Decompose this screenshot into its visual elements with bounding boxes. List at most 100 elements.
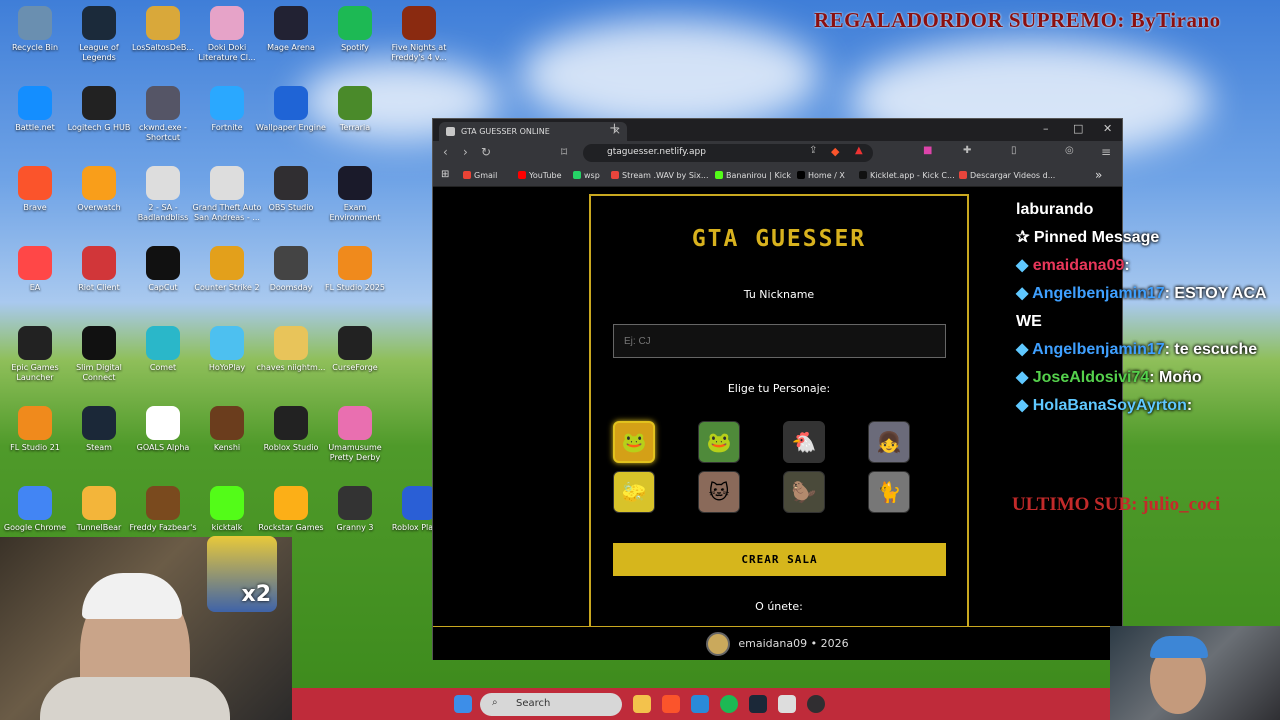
chat-text: : te escuche xyxy=(1164,341,1258,358)
desktop-shortcut[interactable]: Mage Arena xyxy=(256,6,326,53)
taskbar-search[interactable]: ⌕ Search xyxy=(480,693,622,716)
wallet-icon[interactable]: ◎ xyxy=(1065,145,1074,156)
spotify-taskbar-icon[interactable] xyxy=(720,695,738,713)
maximize-icon[interactable]: □ xyxy=(1073,122,1083,135)
desktop-shortcut[interactable]: Brave xyxy=(0,166,70,213)
anime-girl-icon[interactable]: 👧 xyxy=(868,421,910,463)
minimize-icon[interactable]: – xyxy=(1043,122,1049,135)
desktop-shortcut[interactable]: Kenshi xyxy=(192,406,262,453)
desktop-shortcut[interactable]: Rockstar Games xyxy=(256,486,326,533)
desktop-shortcut[interactable]: Terraria xyxy=(320,86,390,133)
desktop-shortcut[interactable]: Logitech G HUB xyxy=(64,86,134,133)
freddy-icon xyxy=(146,486,180,520)
desktop-shortcut[interactable]: FL Studio 21 xyxy=(0,406,70,453)
bookmark-favicon-icon xyxy=(797,171,805,179)
extension-icon[interactable]: ■ xyxy=(923,145,932,156)
desktop-shortcut[interactable]: Wallpaper Engine xyxy=(256,86,326,133)
desktop-shortcut[interactable]: FL Studio 2025 xyxy=(320,246,390,293)
brave-rewards-icon[interactable]: ▲ xyxy=(855,145,863,156)
desktop-shortcut[interactable]: Roblox Studio xyxy=(256,406,326,453)
chicken-icon[interactable]: 🐔 xyxy=(783,421,825,463)
desktop-shortcut[interactable]: Grand Theft Auto San Andreas - ... xyxy=(192,166,262,223)
brave-taskbar-icon[interactable] xyxy=(662,695,680,713)
desktop-shortcut[interactable]: HoYoPlay xyxy=(192,326,262,373)
notepad-icon[interactable] xyxy=(778,695,796,713)
start-icon[interactable] xyxy=(454,695,472,713)
vscode-icon[interactable] xyxy=(691,695,709,713)
nickname-input[interactable] xyxy=(613,324,946,358)
puzzle-icon[interactable]: ✚ xyxy=(963,145,971,156)
reload-icon[interactable]: ↻ xyxy=(481,145,491,159)
desktop-shortcut[interactable]: CapCut xyxy=(128,246,198,293)
apps-icon[interactable]: ⊞ xyxy=(441,169,449,180)
desktop-shortcut[interactable]: kicktalk xyxy=(192,486,262,533)
desktop-shortcut[interactable]: Spotify xyxy=(320,6,390,53)
create-room-button[interactable]: CREAR SALA xyxy=(613,543,946,576)
menu-icon[interactable]: ≡ xyxy=(1101,145,1111,159)
cat-fan-icon[interactable]: 🐈 xyxy=(868,471,910,513)
back-icon[interactable]: ‹ xyxy=(443,145,448,159)
new-tab-icon[interactable]: + xyxy=(609,121,620,136)
nickname-label: Tu Nickname xyxy=(743,288,815,301)
desktop-shortcut[interactable]: Riot Client xyxy=(64,246,134,293)
minion-badge: x2 xyxy=(207,536,277,612)
more-bookmarks-icon[interactable]: » xyxy=(1095,168,1102,182)
desktop-shortcut[interactable]: Epic Games Launcher xyxy=(0,326,70,383)
obs-taskbar-icon[interactable] xyxy=(807,695,825,713)
desktop-shortcut[interactable]: Slim Digital Connect xyxy=(64,326,134,383)
desktop-shortcut[interactable]: Battle.net xyxy=(0,86,70,133)
close-window-icon[interactable]: ✕ xyxy=(1103,122,1112,135)
desktop-shortcut[interactable]: Five Nights at Freddy's 4 v... xyxy=(384,6,454,63)
address-bar[interactable]: gtaguesser.netlify.app xyxy=(583,144,873,162)
golden-frog-icon[interactable]: 🐸 xyxy=(613,421,655,463)
desktop-shortcut-label: 2 - SA - Badlandbliss xyxy=(137,203,189,222)
desktop-shortcut[interactable]: Umamusume Pretty Derby xyxy=(320,406,390,463)
steam-taskbar-icon[interactable] xyxy=(749,695,767,713)
desktop-shortcut[interactable]: chaves niightm... xyxy=(256,326,326,373)
forward-icon[interactable]: › xyxy=(463,145,468,159)
desktop-shortcut[interactable]: Doomsday xyxy=(256,246,326,293)
bookmark-item[interactable]: wsp xyxy=(573,171,600,180)
bookmark-item[interactable]: Stream .WAV by Six... xyxy=(611,171,709,180)
tab-favicon-icon xyxy=(446,127,455,136)
desktop-shortcut[interactable]: Doki Doki Literature Cl... xyxy=(192,6,262,63)
desktop-shortcut[interactable]: Comet xyxy=(128,326,198,373)
desktop-shortcut[interactable]: Google Chrome xyxy=(0,486,70,533)
desktop-shortcut[interactable]: Exam Environment xyxy=(320,166,390,223)
bookmark-item[interactable]: Bananirou | Kick xyxy=(715,171,791,180)
desktop-shortcut[interactable]: GOALS Alpha xyxy=(128,406,198,453)
share-icon[interactable]: ⇪ xyxy=(809,145,817,156)
browser-tab[interactable]: GTA GUESSER ONLINE × xyxy=(439,122,627,141)
bookmark-item[interactable]: Descargar Videos d... xyxy=(959,171,1055,180)
desktop-shortcut[interactable]: 2 - SA - Badlandbliss xyxy=(128,166,198,223)
desktop-shortcut[interactable]: Granny 3 xyxy=(320,486,390,533)
desktop-shortcut[interactable]: Freddy Fazbear's xyxy=(128,486,198,533)
desktop-shortcut[interactable]: Steam xyxy=(64,406,134,453)
tab-title: GTA GUESSER ONLINE xyxy=(461,127,550,136)
desktop-shortcut-label: Doomsday xyxy=(269,283,313,292)
desktop-shortcut[interactable]: Recycle Bin xyxy=(0,6,70,53)
bookmark-item[interactable]: YouTube xyxy=(518,171,562,180)
wallpaper-icon xyxy=(274,86,308,120)
desktop-shortcut[interactable]: EA xyxy=(0,246,70,293)
bookmark-item[interactable]: Kicklet.app - Kick C... xyxy=(859,171,955,180)
desktop-shortcut[interactable]: Fortnite xyxy=(192,86,262,133)
desktop-shortcut[interactable]: OBS Studio xyxy=(256,166,326,213)
file-explorer-icon[interactable] xyxy=(633,695,651,713)
bookmark-icon[interactable]: ⌑ xyxy=(561,145,567,159)
brave-shield-icon[interactable]: ◆ xyxy=(831,145,839,158)
bookmark-item[interactable]: Gmail xyxy=(463,171,497,180)
desktop-shortcut[interactable]: Counter Strike 2 xyxy=(192,246,262,293)
desktop-shortcut[interactable]: ckwnd.exe - Shortcut xyxy=(128,86,198,143)
desktop-shortcut[interactable]: LosSaltosDeB... xyxy=(128,6,198,53)
capybara-icon[interactable]: 🦫 xyxy=(783,471,825,513)
spongebob-icon[interactable]: 🧽 xyxy=(613,471,655,513)
pepe-icon[interactable]: 🐸 xyxy=(698,421,740,463)
bookmark-item[interactable]: Home / X xyxy=(797,171,845,180)
sidebar-icon[interactable]: ▯ xyxy=(1011,145,1017,156)
desktop-shortcut[interactable]: CurseForge xyxy=(320,326,390,373)
desktop-shortcut[interactable]: TunnelBear xyxy=(64,486,134,533)
cat-icon[interactable]: 🐱 xyxy=(698,471,740,513)
desktop-shortcut[interactable]: League of Legends xyxy=(64,6,134,63)
desktop-shortcut[interactable]: Overwatch xyxy=(64,166,134,213)
